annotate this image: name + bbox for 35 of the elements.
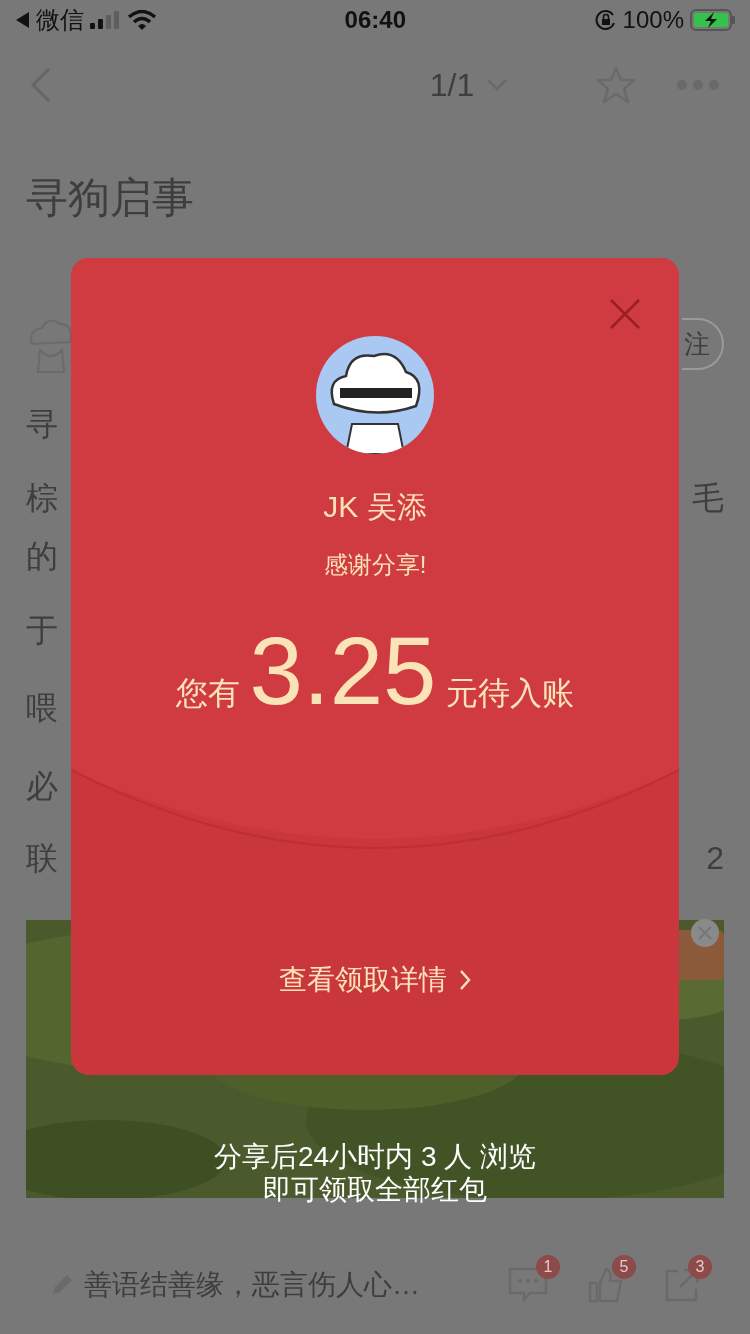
details-link[interactable]: 查看领取详情 bbox=[279, 959, 471, 1001]
body-text: 的 bbox=[26, 537, 58, 576]
body-text: 寻 bbox=[26, 405, 58, 444]
body-text: 喂 bbox=[26, 689, 58, 728]
rotation-lock-icon bbox=[594, 9, 617, 31]
count-badge: 5 bbox=[612, 1255, 636, 1279]
amount-label: 您有 bbox=[175, 674, 240, 713]
body-text: 必 bbox=[26, 767, 58, 806]
follow-button[interactable]: 注 bbox=[682, 318, 724, 370]
sender-name: JK 吴添 bbox=[323, 489, 427, 525]
chevron-right-icon bbox=[459, 969, 471, 991]
signal-icon bbox=[90, 10, 122, 30]
notice-text: 即可领取全部红包 bbox=[263, 1173, 487, 1206]
battery-percent: 100% bbox=[622, 5, 684, 35]
count-badge: 3 bbox=[688, 1255, 712, 1279]
article-title: 寻狗启事 bbox=[25, 173, 195, 223]
close-circle-icon[interactable] bbox=[690, 918, 720, 948]
count-badge: 1 bbox=[536, 1255, 560, 1279]
amount-value: 3.25 bbox=[249, 621, 437, 721]
clock-time: 06:40 bbox=[344, 5, 406, 35]
battery-charging-icon bbox=[690, 9, 736, 31]
back-app-link[interactable]: 微信 bbox=[36, 2, 84, 38]
body-text: 2 bbox=[706, 839, 724, 878]
body-text: 联 bbox=[26, 839, 58, 878]
amount-label: 元待入账 bbox=[446, 674, 575, 713]
body-text: 棕 bbox=[26, 479, 58, 518]
wifi-icon bbox=[128, 10, 156, 30]
greeting-text: 感谢分享! bbox=[323, 550, 427, 580]
back-triangle-icon[interactable] bbox=[14, 11, 30, 29]
comment-field[interactable]: 善语结善缘，恶言伤人心… bbox=[50, 1264, 468, 1306]
close-icon[interactable] bbox=[609, 298, 641, 330]
body-text: 于 bbox=[26, 611, 58, 650]
notice-text: 分享后24小时内 3 人 浏览 bbox=[213, 1140, 537, 1173]
page-indicator[interactable]: 1/1 bbox=[429, 61, 475, 109]
body-text: 毛 bbox=[692, 479, 724, 518]
